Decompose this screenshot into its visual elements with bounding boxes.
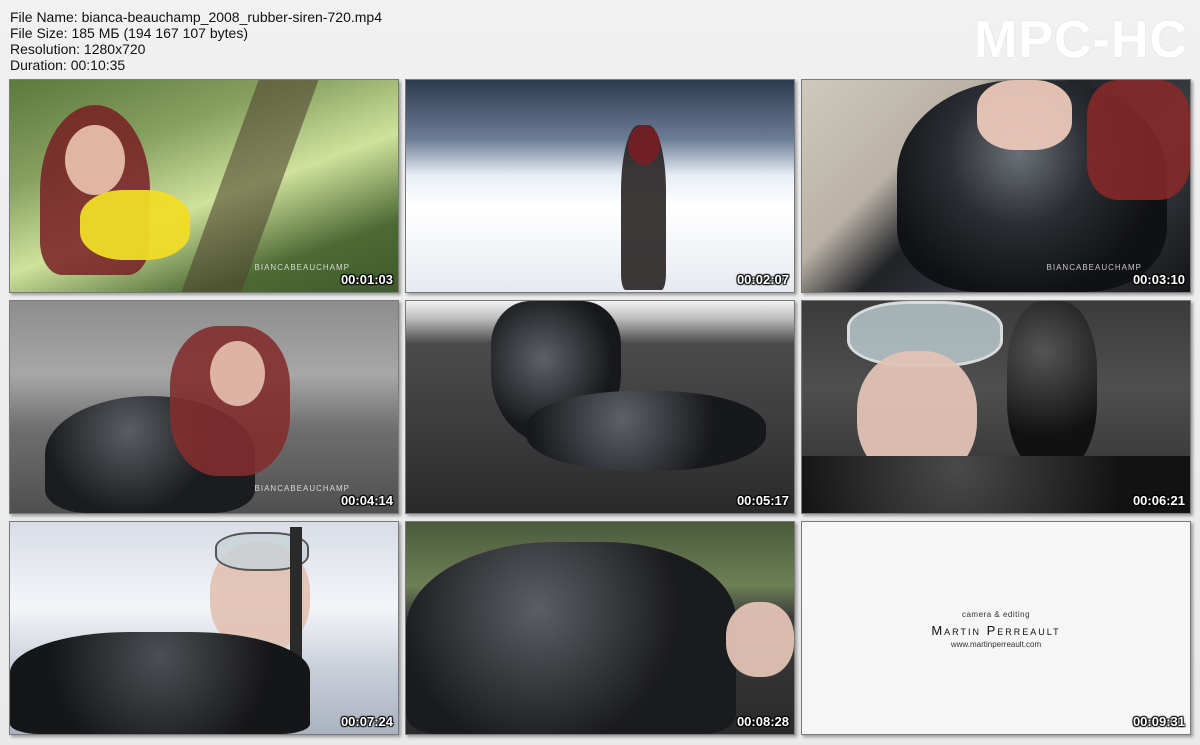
duration-text: Duration: 00:10:35 bbox=[10, 57, 126, 73]
file-size-text: File Size: 185 МБ (194 167 107 bytes) bbox=[10, 25, 248, 41]
thumbnail-watermark: BIANCABEAUCHAMP bbox=[254, 484, 350, 493]
thumbnail-latex-legs bbox=[526, 391, 766, 471]
thumbnail-figure-swimsuit bbox=[80, 190, 190, 260]
credits-url: www.martinperreault.com bbox=[950, 640, 1042, 649]
thumbnail-figure-hair bbox=[1087, 80, 1190, 200]
thumbnail-9-credits: camera & editing Martin Perreault www.ma… bbox=[801, 521, 1191, 735]
thumbnail-timestamp: 00:03:10 bbox=[1132, 272, 1185, 287]
thumbnail-latex-suit bbox=[802, 456, 1190, 513]
thumbnail-3: BIANCABEAUCHAMP 00:03:10 bbox=[801, 79, 1191, 293]
thumbnail-tree-branch bbox=[181, 80, 319, 292]
thumbnail-figure-hair bbox=[628, 125, 660, 165]
thumbnail-figure-face bbox=[210, 341, 265, 406]
brand-logo: MPC-HC bbox=[974, 11, 1188, 69]
thumbnail-timestamp: 00:01:03 bbox=[340, 272, 393, 287]
credits-block: camera & editing Martin Perreault www.ma… bbox=[802, 610, 1190, 649]
thumbnail-figure-face bbox=[65, 125, 125, 195]
file-name-text: File Name: bianca-beauchamp_2008_rubber-… bbox=[10, 9, 382, 25]
thumbnail-figure-face bbox=[726, 602, 794, 677]
thumbnail-4: BIANCABEAUCHAMP 00:04:14 bbox=[9, 300, 399, 514]
thumbnail-timestamp: 00:06:21 bbox=[1132, 493, 1185, 508]
thumbnail-glove bbox=[1007, 301, 1097, 471]
thumbnail-watermark: BIANCABEAUCHAMP bbox=[1046, 263, 1142, 272]
credits-role: camera & editing bbox=[961, 610, 1031, 619]
thumbnail-timestamp: 00:02:07 bbox=[736, 272, 789, 287]
thumbnail-2: 00:02:07 bbox=[405, 79, 795, 293]
thumbnail-grid: BIANCABEAUCHAMP 00:01:03 00:02:07 BIANCA… bbox=[9, 79, 1191, 735]
thumbnail-latex-suit bbox=[10, 632, 310, 734]
thumbnail-watermark: BIANCABEAUCHAMP bbox=[254, 263, 350, 272]
credits-name: Martin Perreault bbox=[931, 623, 1061, 638]
thumbnail-6: 00:06:21 bbox=[801, 300, 1191, 514]
thumbnail-timestamp: 00:04:14 bbox=[340, 493, 393, 508]
thumbnail-8: 00:08:28 bbox=[405, 521, 795, 735]
thumbnail-timestamp: 00:07:24 bbox=[340, 714, 393, 729]
resolution-text: Resolution: 1280x720 bbox=[10, 41, 146, 57]
thumbnail-timestamp: 00:09:31 bbox=[1132, 714, 1185, 729]
thumbnail-latex-figure bbox=[406, 542, 736, 734]
thumbnail-7: 00:07:24 bbox=[9, 521, 399, 735]
file-info-panel: File Name: bianca-beauchamp_2008_rubber-… bbox=[10, 9, 382, 73]
thumbnail-timestamp: 00:08:28 bbox=[736, 714, 789, 729]
thumbnail-figure-hand bbox=[977, 80, 1072, 150]
thumbnail-timestamp: 00:05:17 bbox=[736, 493, 789, 508]
thumbnail-1: BIANCABEAUCHAMP 00:01:03 bbox=[9, 79, 399, 293]
thumbnail-5: 00:05:17 bbox=[405, 300, 795, 514]
